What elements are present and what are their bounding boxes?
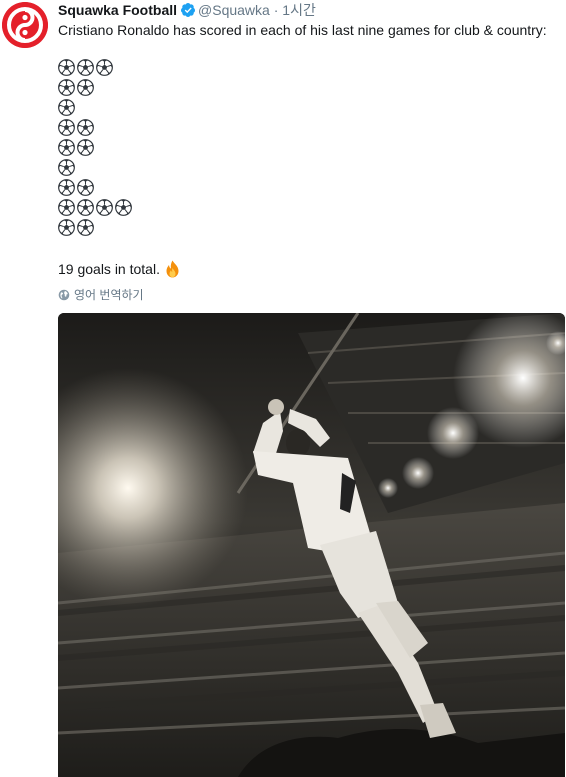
soccer-ball-icon	[58, 99, 75, 116]
squawka-logo-icon	[2, 2, 48, 48]
globe-icon	[58, 289, 70, 300]
soccer-ball-icon	[96, 199, 113, 216]
tweet-text: Cristiano Ronaldo has scored in each of …	[58, 22, 547, 38]
player-celebration-photo	[58, 313, 565, 777]
soccer-ball-icon	[115, 199, 132, 216]
fire-icon	[166, 260, 179, 278]
soccer-ball-icon	[77, 179, 94, 196]
goal-emoji-row	[58, 119, 132, 139]
soccer-ball-icon	[77, 79, 94, 96]
goal-emoji-row	[58, 79, 132, 99]
soccer-ball-icon	[58, 219, 75, 236]
tweet-timestamp[interactable]: 1시간	[282, 2, 316, 18]
account-display-name[interactable]: Squawka Football	[58, 2, 177, 18]
verified-badge-icon	[180, 2, 196, 22]
goal-summary: 19 goals in total.	[58, 260, 181, 278]
goal-emoji-row	[58, 139, 132, 159]
goal-emoji-row	[58, 159, 132, 179]
account-handle[interactable]: @Squawka	[198, 2, 270, 18]
tweet-photo[interactable]	[58, 313, 565, 777]
soccer-ball-icon	[96, 59, 113, 76]
goal-emoji-row	[58, 179, 132, 199]
soccer-ball-icon	[58, 79, 75, 96]
soccer-ball-icon	[58, 159, 75, 176]
translate-tweet-link[interactable]: 영어 번역하기	[58, 286, 144, 303]
goal-emoji-row	[58, 99, 132, 119]
soccer-ball-icon	[77, 219, 94, 236]
header-separator: ·	[273, 2, 279, 18]
avatar[interactable]	[2, 2, 48, 48]
soccer-ball-icon	[58, 139, 75, 156]
goal-emoji-row	[58, 219, 132, 239]
soccer-ball-icon	[58, 59, 75, 76]
goal-summary-text: 19 goals in total.	[58, 261, 160, 277]
soccer-ball-icon	[77, 59, 94, 76]
soccer-ball-icon	[58, 179, 75, 196]
goal-emoji-row	[58, 59, 132, 79]
soccer-ball-icon	[77, 119, 94, 136]
soccer-ball-icon	[58, 199, 75, 216]
soccer-ball-icon	[58, 119, 75, 136]
tweet-header: Squawka Football @Squawka · 1시간	[58, 1, 316, 22]
translate-label: 영어 번역하기	[74, 288, 144, 302]
goal-emoji-row	[58, 199, 132, 219]
soccer-ball-icon	[77, 199, 94, 216]
soccer-ball-icon	[77, 139, 94, 156]
goal-emoji-rows	[58, 59, 132, 239]
